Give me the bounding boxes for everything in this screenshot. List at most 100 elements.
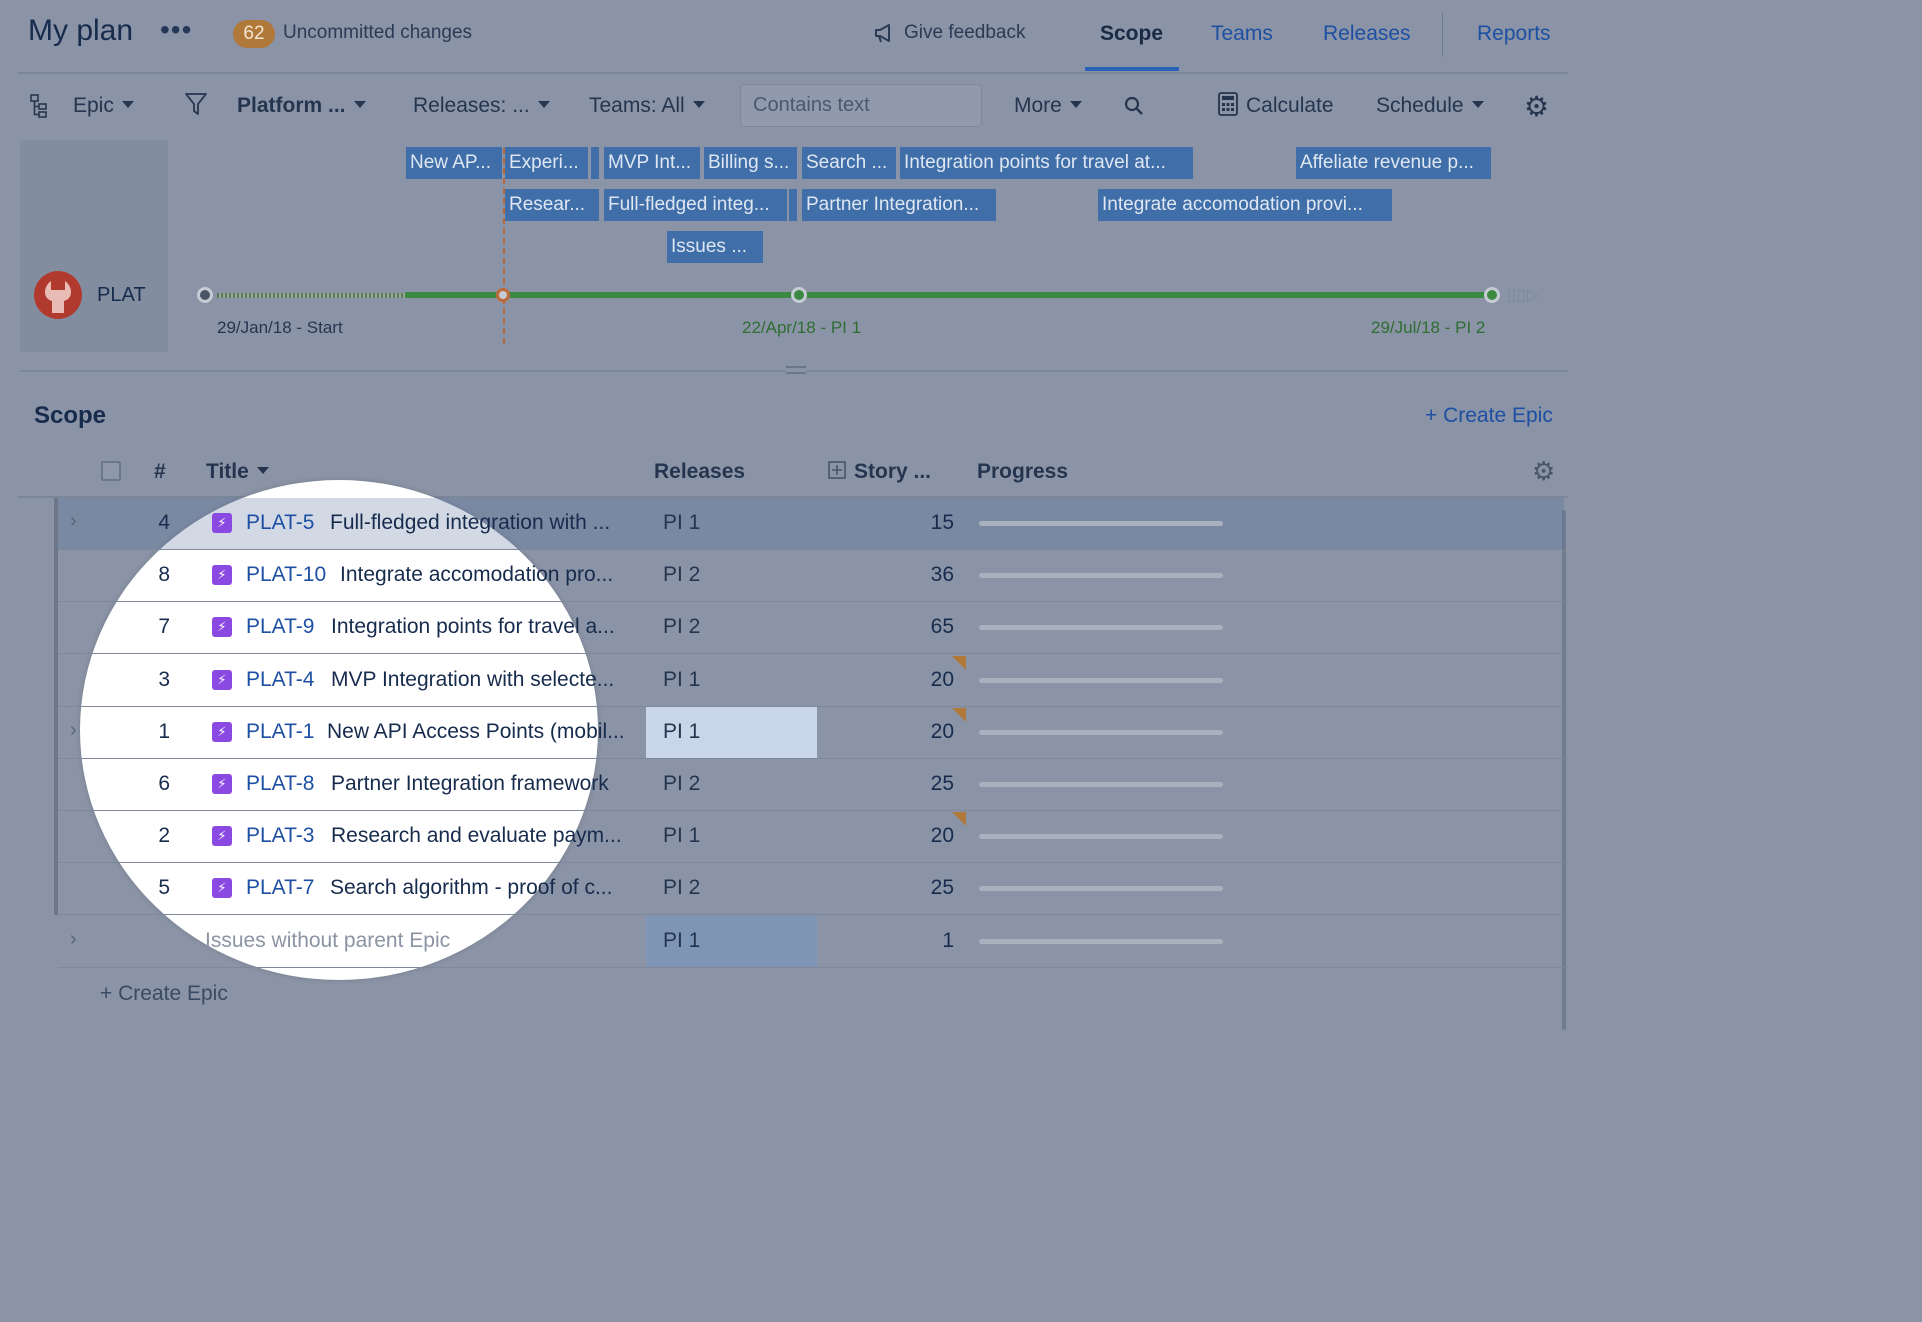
search-icon[interactable] [1124, 96, 1144, 122]
issue-title[interactable]: Partner Integration framework [331, 772, 609, 796]
epic-row[interactable]: › 1 ⚡ PLAT-1 New API Access Points (mobil...… [58, 706, 1564, 759]
warning-flag-icon[interactable] [952, 655, 966, 670]
issue-release[interactable]: PI 1 [663, 824, 700, 848]
issue-release[interactable]: PI 2 [663, 876, 700, 900]
tab-reports[interactable]: Reports [1477, 22, 1551, 46]
issues-without-epic-row[interactable]: › Issues without parent Epic PI 1 1 [58, 915, 1564, 968]
epic-row[interactable]: 8 ⚡ PLAT-10 Integrate accomodation pro... PI… [58, 550, 1564, 603]
timeline-epic-bar[interactable]: New AP... [406, 147, 502, 179]
filter-icon[interactable] [184, 92, 208, 124]
issue-title[interactable]: Research and evaluate paym... [331, 824, 622, 848]
calculate-button[interactable]: Calculate [1218, 92, 1334, 118]
timeline-epic-bar[interactable]: Affeliate revenue p... [1296, 147, 1491, 179]
epic-row[interactable]: 5 ⚡ PLAT-7 Search algorithm - proof of c...… [58, 863, 1564, 916]
story-points[interactable]: 25 [898, 876, 954, 900]
timeline-epic-bar[interactable]: Partner Integration... [802, 189, 996, 221]
issue-title[interactable]: New API Access Points (mobil... [327, 720, 625, 744]
epic-row[interactable]: 6 ⚡ PLAT-8 Partner Integration framework PI … [58, 759, 1564, 811]
expand-column-icon[interactable] [828, 461, 846, 480]
releases-filter-dropdown[interactable]: Releases: ... [413, 94, 550, 118]
teams-filter-dropdown[interactable]: Teams: All [589, 94, 705, 118]
issue-title[interactable]: MVP Integration with selecte... [331, 668, 614, 692]
issue-key-link[interactable]: PLAT-7 [246, 876, 314, 900]
create-epic-bottom-link[interactable]: + Create Epic [100, 982, 228, 1006]
issue-release[interactable]: PI 2 [663, 563, 700, 587]
issue-title[interactable]: Search algorithm - proof of c... [330, 876, 612, 900]
issue-release[interactable]: PI 1 [663, 511, 700, 535]
timeline-epic-bar-sliver[interactable] [591, 147, 599, 179]
issue-key-link[interactable]: PLAT-1 [246, 720, 314, 744]
issue-key-link[interactable]: PLAT-10 [246, 563, 326, 587]
story-points[interactable]: 20 [898, 824, 954, 848]
splitter-drag-handle[interactable] [786, 366, 806, 374]
issue-key-link[interactable]: PLAT-8 [246, 772, 314, 796]
timeline-epic-bar[interactable]: MVP Int... [604, 147, 700, 179]
timeline-epic-bar[interactable]: Resear... [505, 189, 599, 221]
uncommitted-changes-label[interactable]: Uncommitted changes [283, 22, 472, 44]
hierarchy-level-dropdown[interactable]: Epic [73, 94, 134, 118]
issue-key-link[interactable]: PLAT-5 [246, 511, 314, 535]
timeline-epic-bar[interactable]: Integration points for travel at... [900, 147, 1193, 179]
expand-row-chevron-icon[interactable]: › [70, 510, 77, 533]
select-all-checkbox[interactable] [101, 461, 121, 481]
milestone-start-dot[interactable] [197, 287, 213, 303]
column-title-header[interactable]: Title [206, 460, 269, 484]
story-points[interactable]: 20 [898, 720, 954, 744]
issue-release[interactable]: PI 1 [663, 668, 700, 692]
expand-row-chevron-icon[interactable]: › [70, 719, 77, 742]
contains-text-input[interactable] [740, 84, 982, 127]
plan-more-actions-button[interactable]: ••• [160, 14, 192, 46]
issue-release[interactable]: PI 1 [663, 929, 700, 953]
timeline-epic-bar[interactable]: Full-fledged integ... [604, 189, 787, 221]
expand-row-chevron-icon[interactable]: › [70, 928, 77, 951]
story-points[interactable]: 36 [898, 563, 954, 587]
issue-title[interactable]: Integration points for travel a... [331, 615, 615, 639]
column-story-points-header[interactable]: Story ... [828, 460, 931, 484]
story-points[interactable]: 25 [898, 772, 954, 796]
milestone-pi1-dot[interactable] [791, 287, 807, 303]
warning-flag-icon[interactable] [952, 812, 966, 827]
epic-row[interactable]: 3 ⚡ PLAT-4 MVP Integration with selecte... P… [58, 655, 1564, 707]
column-rank-header[interactable]: # [154, 460, 166, 484]
timeline-epic-bar[interactable]: Billing s... [704, 147, 797, 179]
give-feedback-button[interactable]: Give feedback [874, 22, 1025, 44]
uncommitted-changes-badge[interactable]: 62 [233, 20, 275, 48]
epic-lightning-icon: ⚡ [212, 565, 232, 586]
epic-row[interactable]: 2 ⚡ PLAT-3 Research and evaluate paym... PI … [58, 811, 1564, 864]
issue-title[interactable]: Full-fledged integration with ... [330, 511, 610, 535]
warning-flag-icon[interactable] [952, 707, 966, 722]
issue-release[interactable]: PI 2 [663, 772, 700, 796]
schedule-dropdown[interactable]: Schedule [1376, 94, 1484, 118]
timeline-epic-bar[interactable]: Experi... [505, 147, 588, 179]
issue-release[interactable]: PI 2 [663, 615, 700, 639]
more-dropdown[interactable]: More [1014, 94, 1082, 118]
tab-scope[interactable]: Scope [1100, 22, 1163, 46]
timeline-epic-bar-sliver[interactable] [789, 189, 797, 221]
column-settings-gear-icon[interactable]: ⚙ [1532, 456, 1555, 487]
timeline-epic-bar[interactable]: Integrate accomodation provi... [1098, 189, 1392, 221]
issue-title[interactable]: Integrate accomodation pro... [340, 563, 613, 587]
tab-releases[interactable]: Releases [1323, 22, 1411, 46]
issue-key-link[interactable]: PLAT-4 [246, 668, 314, 692]
create-epic-link[interactable]: + Create Epic [1425, 404, 1553, 428]
epic-row[interactable]: 7 ⚡ PLAT-9 Integration points for travel a.… [58, 602, 1564, 655]
column-progress-header[interactable]: Progress [977, 460, 1068, 484]
story-points[interactable]: 1 [898, 929, 954, 953]
issue-key-link[interactable]: PLAT-9 [246, 615, 314, 639]
epic-row[interactable]: › 4 ⚡ PLAT-5 Full-fledged integration with .… [58, 498, 1564, 550]
issue-release[interactable]: PI 1 [663, 720, 700, 744]
story-points[interactable]: 65 [898, 615, 954, 639]
timeline-scroll-right-icon[interactable]: ▯▯▷ [1507, 285, 1540, 305]
tab-teams[interactable]: Teams [1211, 22, 1273, 46]
project-filter-dropdown[interactable]: Platform ... [237, 94, 366, 118]
column-releases-header[interactable]: Releases [654, 460, 745, 484]
chevron-down-icon [692, 100, 705, 108]
timeline-epic-bar[interactable]: Issues ... [667, 231, 763, 263]
story-points[interactable]: 20 [898, 668, 954, 692]
story-points[interactable]: 15 [898, 511, 954, 535]
timeline-epic-bar[interactable]: Search ... [802, 147, 896, 179]
milestone-pi2-dot[interactable] [1484, 287, 1500, 303]
issue-key-link[interactable]: PLAT-3 [246, 824, 314, 848]
settings-gear-icon[interactable]: ⚙ [1524, 90, 1549, 123]
hierarchy-icon[interactable] [30, 94, 48, 124]
